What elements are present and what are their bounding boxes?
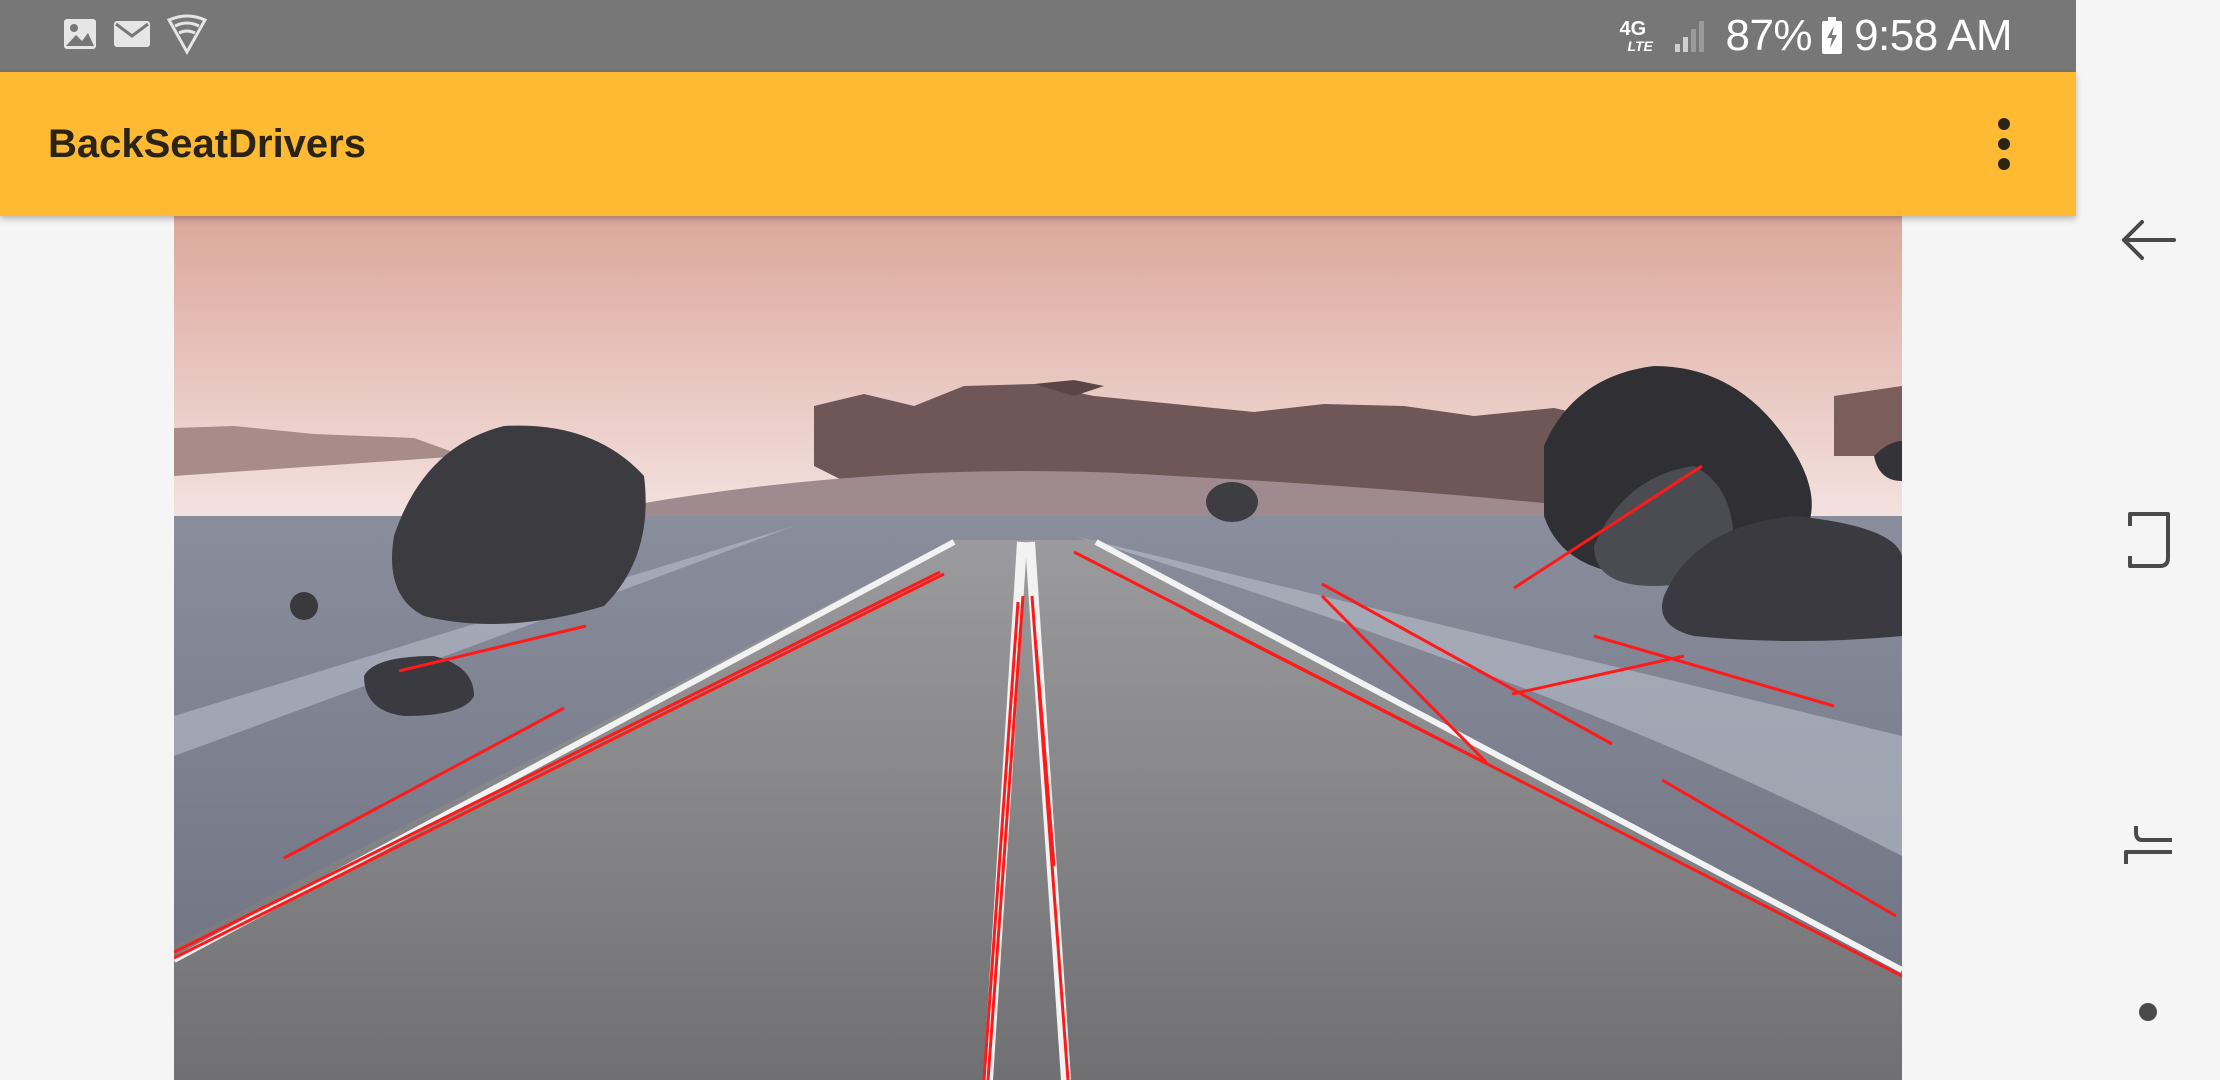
battery-percent: 87% <box>1725 11 1813 60</box>
network-sublabel: LTE <box>1627 38 1653 54</box>
home-dot-icon[interactable] <box>2112 976 2184 1048</box>
lane-detection-image <box>174 216 1902 1080</box>
app-title: BackSeatDrivers <box>48 122 366 166</box>
gallery-icon <box>64 19 96 49</box>
more-vert-icon[interactable] <box>1976 116 2032 172</box>
signal-icon <box>1675 21 1705 52</box>
menu-dot <box>1998 118 2010 130</box>
clock: 9:58 AM <box>1854 11 2012 60</box>
menu-dot <box>1998 158 2010 170</box>
back-icon[interactable] <box>2112 204 2184 276</box>
wifi-icon <box>166 14 208 56</box>
network-type: 4G LTE <box>1619 16 1661 56</box>
navigation-bar <box>2076 0 2220 1080</box>
recents-icon[interactable] <box>2112 504 2184 576</box>
status-right-group: 4G LTE 87% 9:58 AM <box>1619 0 2012 72</box>
status-bar: 4G LTE 87% 9:58 AM <box>0 0 2076 72</box>
main-content <box>0 216 2076 1080</box>
app-toolbar: BackSeatDrivers <box>0 72 2076 216</box>
menu-dot <box>1998 138 2010 150</box>
battery-charging-icon <box>1822 17 1843 54</box>
overview-icon[interactable] <box>2112 810 2184 882</box>
mail-icon <box>114 21 150 47</box>
